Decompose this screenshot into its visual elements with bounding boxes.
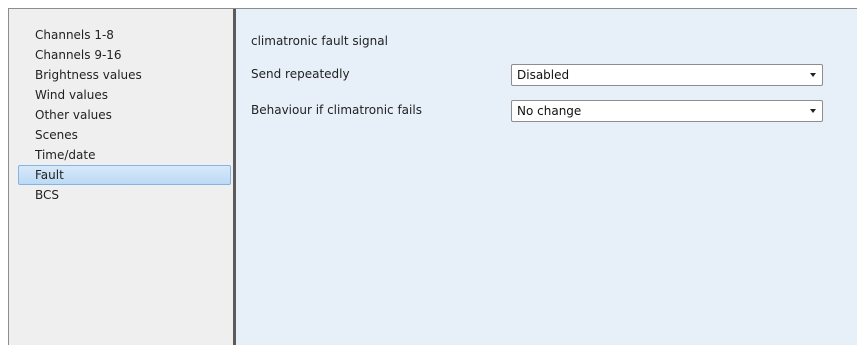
sidebar-item-scenes[interactable]: Scenes	[18, 125, 231, 145]
param-row-send-repeatedly: Send repeatedly Disabled	[251, 64, 826, 86]
sidebar-item-fault[interactable]: Fault	[18, 165, 231, 185]
sidebar-item-brightness-values[interactable]: Brightness values	[18, 65, 231, 85]
param-row-behaviour-if-fails: Behaviour if climatronic fails No change	[251, 100, 826, 122]
sidebar-item-time-date[interactable]: Time/date	[18, 145, 231, 165]
send-repeatedly-value: Disabled	[517, 68, 570, 82]
send-repeatedly-label: Send repeatedly	[251, 67, 350, 81]
parameter-panel: climatronic fault signal Send repeatedly…	[236, 9, 857, 345]
sidebar-item-bcs[interactable]: BCS	[18, 185, 231, 205]
section-title: climatronic fault signal	[251, 34, 388, 48]
sidebar: Channels 1-8 Channels 9-16 Brightness va…	[9, 9, 233, 345]
send-repeatedly-dropdown[interactable]: Disabled	[511, 64, 823, 86]
sidebar-item-other-values[interactable]: Other values	[18, 105, 231, 125]
sidebar-item-channels-9-16[interactable]: Channels 9-16	[18, 45, 231, 65]
sidebar-item-wind-values[interactable]: Wind values	[18, 85, 231, 105]
sidebar-item-channels-1-8[interactable]: Channels 1-8	[18, 25, 231, 45]
behaviour-if-fails-value: No change	[517, 104, 582, 118]
parameter-window: Channels 1-8 Channels 9-16 Brightness va…	[8, 8, 857, 345]
behaviour-if-fails-dropdown[interactable]: No change	[511, 100, 823, 122]
behaviour-if-fails-label: Behaviour if climatronic fails	[251, 103, 422, 117]
chevron-down-icon	[810, 109, 816, 113]
chevron-down-icon	[810, 73, 816, 77]
